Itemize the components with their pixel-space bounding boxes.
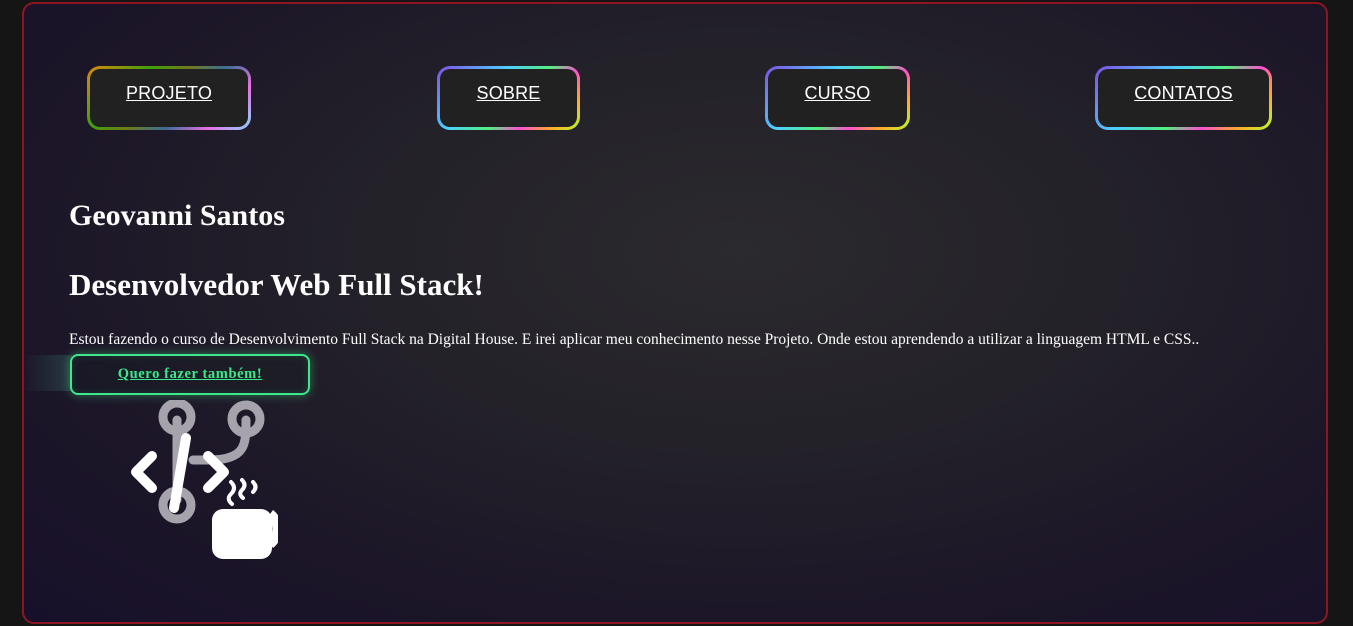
button-glow-trail [24,355,72,391]
author-name: Geovanni Santos [69,199,285,232]
nav-button-inner: CONTATOS [1098,69,1269,127]
nav-label-sobre[interactable]: SOBRE [476,83,540,127]
nav-label-contatos[interactable]: CONTATOS [1134,83,1233,127]
cta-label[interactable]: Quero fazer também! [118,366,263,383]
nav-button-contatos[interactable]: CONTATOS [1095,66,1272,130]
nav-button-inner: CURSO [768,69,907,127]
page-frame: PROJETO SOBRE CURSO CONTATOS Geovanni Sa… [22,2,1328,624]
nav-button-projeto[interactable]: PROJETO [87,66,251,130]
nav-button-sobre[interactable]: SOBRE [437,66,580,130]
nav-label-curso[interactable]: CURSO [804,83,870,127]
nav-button-inner: PROJETO [90,69,248,127]
nav-button-curso[interactable]: CURSO [765,66,910,130]
job-title: Desenvolvedor Web Full Stack! [69,267,484,302]
nav-button-inner: SOBRE [440,69,577,127]
cta-button[interactable]: Quero fazer também! [70,354,310,395]
intro-text: Estou fazendo o curso de Desenvolvimento… [69,331,1200,348]
nav-label-projeto[interactable]: PROJETO [126,83,212,127]
code-git-coffee-icon [131,400,278,559]
